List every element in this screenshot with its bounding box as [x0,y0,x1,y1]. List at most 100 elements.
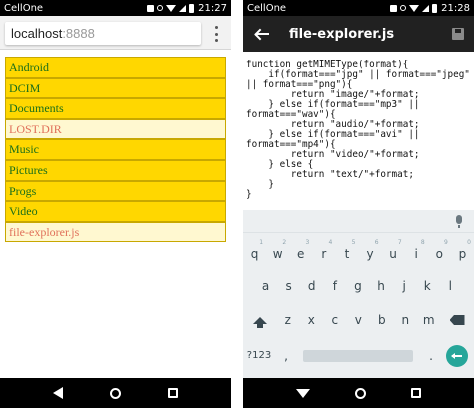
code-editor[interactable]: function getMIMEType(format){ if(format=… [246,60,472,210]
clock: 21:28 [441,2,470,14]
key-r[interactable]: r4 [312,239,335,268]
key-q[interactable]: q1 [243,239,266,268]
signal-icon [179,4,187,12]
clock: 21:27 [198,2,227,14]
key-hint: 1 [259,239,264,246]
key-n[interactable]: n [394,306,418,334]
shift-key[interactable] [243,306,276,334]
mic-icon[interactable] [456,215,462,224]
keyboard-row-3: zxcvbnm [243,306,474,334]
enter-icon[interactable] [446,345,468,367]
space-key[interactable] [303,350,413,362]
folder-item[interactable]: Video [5,201,226,222]
back-arrow-icon[interactable] [254,27,269,41]
key-s[interactable]: s [277,272,300,300]
key-hint: 4 [328,239,333,246]
key-label: o [435,247,443,261]
key-hint: 0 [467,239,471,246]
key-k[interactable]: k [416,272,439,300]
key-z[interactable]: z [276,306,300,334]
nav-recents-icon[interactable] [411,388,422,398]
browser-phone: CellOne 21:27 localhost:8888 Android DCIM… [0,0,231,408]
backspace-icon [449,315,465,325]
key-u[interactable]: u7 [382,239,405,268]
backspace-key[interactable] [441,306,474,334]
file-list: Android DCIM Documents LOST.DIR Music Picture… [5,57,226,243]
key-hint: 2 [282,239,287,246]
folder-item[interactable]: DCIM [5,77,226,99]
period-key[interactable]: . [421,342,441,370]
nav-home-icon[interactable] [354,387,366,399]
notification-icon [147,4,155,12]
sync-icon [400,5,407,11]
folder-item[interactable]: Progs [5,180,226,202]
key-b[interactable]: b [370,306,394,334]
key-h[interactable]: h [369,272,392,300]
status-bar: CellOne 21:28 [243,0,474,16]
key-label: u [389,247,397,261]
folder-item[interactable]: Pictures [5,159,226,181]
key-g[interactable]: g [346,272,369,300]
nav-back-icon[interactable] [53,387,64,399]
key-hint: 3 [305,239,310,246]
key-f[interactable]: f [323,272,346,300]
key-a[interactable]: a [254,272,277,300]
nav-home-icon[interactable] [109,387,121,399]
key-hint: 8 [420,239,425,246]
key-e[interactable]: e3 [289,239,312,268]
url-host: localhost [11,26,63,41]
browser-toolbar: localhost:8888 [0,16,231,50]
key-v[interactable]: v [347,306,371,334]
key-x[interactable]: x [300,306,324,334]
notification-icon [390,4,398,12]
url-port: :8888 [62,26,95,41]
nav-recents-icon[interactable] [167,388,178,398]
symbols-key[interactable]: ?123 [243,342,275,370]
key-d[interactable]: d [300,272,323,300]
editor-phone: CellOne 21:28 file-explorer.js function … [243,0,474,408]
key-i[interactable]: i8 [405,239,428,268]
key-l[interactable]: l [439,272,462,300]
key-label: p [458,247,467,261]
nav-bar [0,378,231,408]
battery-icon [189,3,195,13]
key-w[interactable]: w2 [266,239,289,268]
nav-back-icon[interactable] [295,388,310,398]
key-o[interactable]: o9 [428,239,451,268]
file-item[interactable]: file-explorer.js [5,221,226,243]
key-t[interactable]: t5 [335,239,358,268]
key-label: w [272,247,283,261]
address-bar[interactable]: localhost:8888 [5,22,201,45]
key-hint: 7 [397,239,402,246]
file-title: file-explorer.js [289,26,395,42]
key-label: e [297,247,305,261]
nav-bar [243,378,474,408]
carrier-label: CellOne [4,2,44,14]
save-icon[interactable] [452,28,464,40]
overflow-menu-icon[interactable] [210,26,222,42]
keyboard-row-4: ?123 , . [243,342,474,370]
key-label: i [414,247,418,261]
editor-app-bar: file-explorer.js [243,16,474,52]
key-c[interactable]: c [323,306,347,334]
key-j[interactable]: j [393,272,416,300]
folder-item[interactable]: Music [5,139,226,160]
carrier-label: CellOne [247,2,287,14]
key-hint: 9 [444,239,448,246]
key-p[interactable]: p0 [451,239,474,268]
key-m[interactable]: m [417,306,441,334]
comma-key[interactable]: , [275,342,297,370]
key-y[interactable]: y6 [358,239,381,268]
sync-icon [157,5,164,11]
folder-item[interactable]: Documents [5,98,226,119]
folder-item[interactable]: Android [5,57,226,78]
key-label: r [321,247,327,261]
file-item[interactable]: LOST.DIR [5,118,226,140]
key-hint: 6 [374,239,379,246]
key-hint: 5 [351,239,356,246]
key-label: t [344,247,350,261]
soft-keyboard: q1w2e3r4t5y6u7i8o9p0 asdfghjkl zxcvbnm ?… [243,210,474,378]
battery-icon [432,3,438,13]
keyboard-row-1: q1w2e3r4t5y6u7i8o9p0 [243,239,474,268]
signal-icon [422,4,430,12]
